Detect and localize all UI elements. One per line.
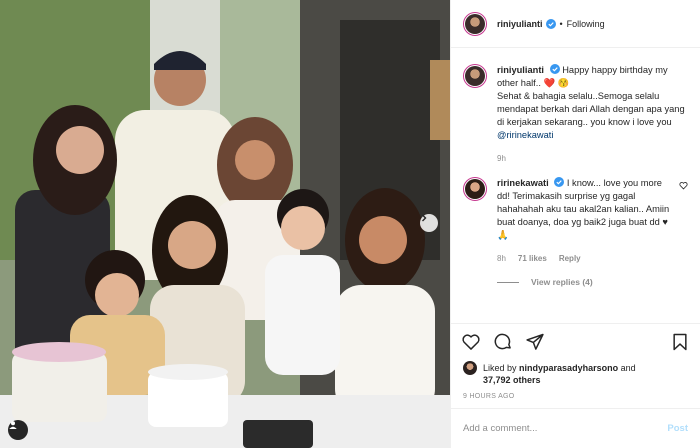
liked-by-user[interactable]: nindyparasadyharsono	[519, 363, 618, 373]
view-replies-label: View replies (4)	[531, 277, 593, 287]
view-replies-line	[497, 281, 519, 283]
caption-username[interactable]: riniyulianti	[497, 65, 544, 75]
avatar[interactable]	[463, 361, 477, 375]
instagram-post: riniyulianti • Following riniyulianti Ha…	[0, 0, 700, 448]
comments-section: riniyulianti Happy happy birthday my oth…	[451, 48, 700, 323]
post-button[interactable]: Post	[667, 423, 688, 434]
caption-time[interactable]: 9h	[497, 152, 506, 165]
family-photo-illustration	[0, 0, 450, 448]
user-tag-button[interactable]	[8, 420, 28, 440]
liked-by-prefix: Liked by	[483, 363, 517, 373]
post-header: riniyulianti • Following	[451, 0, 700, 48]
pray-emoji: 🙏	[497, 230, 509, 240]
user-tag-icon	[9, 421, 17, 429]
comment-icon[interactable]	[493, 332, 513, 352]
verified-icon	[554, 177, 565, 187]
comment-likes[interactable]: 71 likes	[518, 252, 547, 265]
add-comment-bar: Post	[451, 408, 700, 448]
caption-meta: 9h	[497, 152, 687, 165]
heart-icon[interactable]	[461, 332, 481, 352]
next-photo-button[interactable]	[420, 214, 438, 232]
comment-meta: 8h 71 likes Reply	[497, 252, 672, 265]
comment-body: ririnekawati I know... love you more dd!…	[497, 177, 672, 265]
caption-text-line2: Sehat & bahagia selalu..Semoga selalu me…	[497, 91, 685, 127]
avatar[interactable]	[463, 64, 487, 88]
comment-like-heart-icon[interactable]	[679, 181, 688, 190]
heart-emoji: ❤️	[543, 78, 556, 88]
caption-body: riniyulianti Happy happy birthday my oth…	[497, 64, 687, 165]
comment-time[interactable]: 8h	[497, 252, 506, 265]
mention-link[interactable]: @ririnekawati	[497, 130, 553, 140]
header-username[interactable]: riniyulianti	[497, 19, 543, 29]
likes-count[interactable]: 37,792 others	[471, 375, 700, 385]
chevron-right-icon	[422, 214, 427, 222]
caption: riniyulianti Happy happy birthday my oth…	[463, 64, 688, 165]
avatar[interactable]	[463, 177, 487, 201]
comment-username[interactable]: ririnekawati	[497, 178, 549, 188]
comment: ririnekawati I know... love you more dd!…	[463, 177, 688, 265]
share-icon[interactable]	[525, 332, 545, 352]
liked-by-and: and	[620, 363, 636, 373]
action-bar	[451, 323, 700, 359]
post-side-panel: riniyulianti • Following riniyulianti Ha…	[450, 0, 700, 448]
reply-button[interactable]: Reply	[559, 252, 581, 265]
verified-icon	[545, 18, 556, 29]
post-photo[interactable]	[0, 0, 450, 448]
bookmark-icon[interactable]	[670, 332, 690, 352]
avatar[interactable]	[463, 11, 487, 36]
header-separator: •	[559, 18, 563, 29]
post-time[interactable]: 9 HOURS AGO	[451, 385, 700, 408]
following-button[interactable]: Following	[567, 19, 605, 29]
view-replies-button[interactable]: View replies (4)	[497, 277, 688, 287]
smile-emoji: 😚	[557, 78, 570, 88]
comment-input[interactable]	[463, 423, 668, 434]
verified-icon	[549, 64, 560, 74]
